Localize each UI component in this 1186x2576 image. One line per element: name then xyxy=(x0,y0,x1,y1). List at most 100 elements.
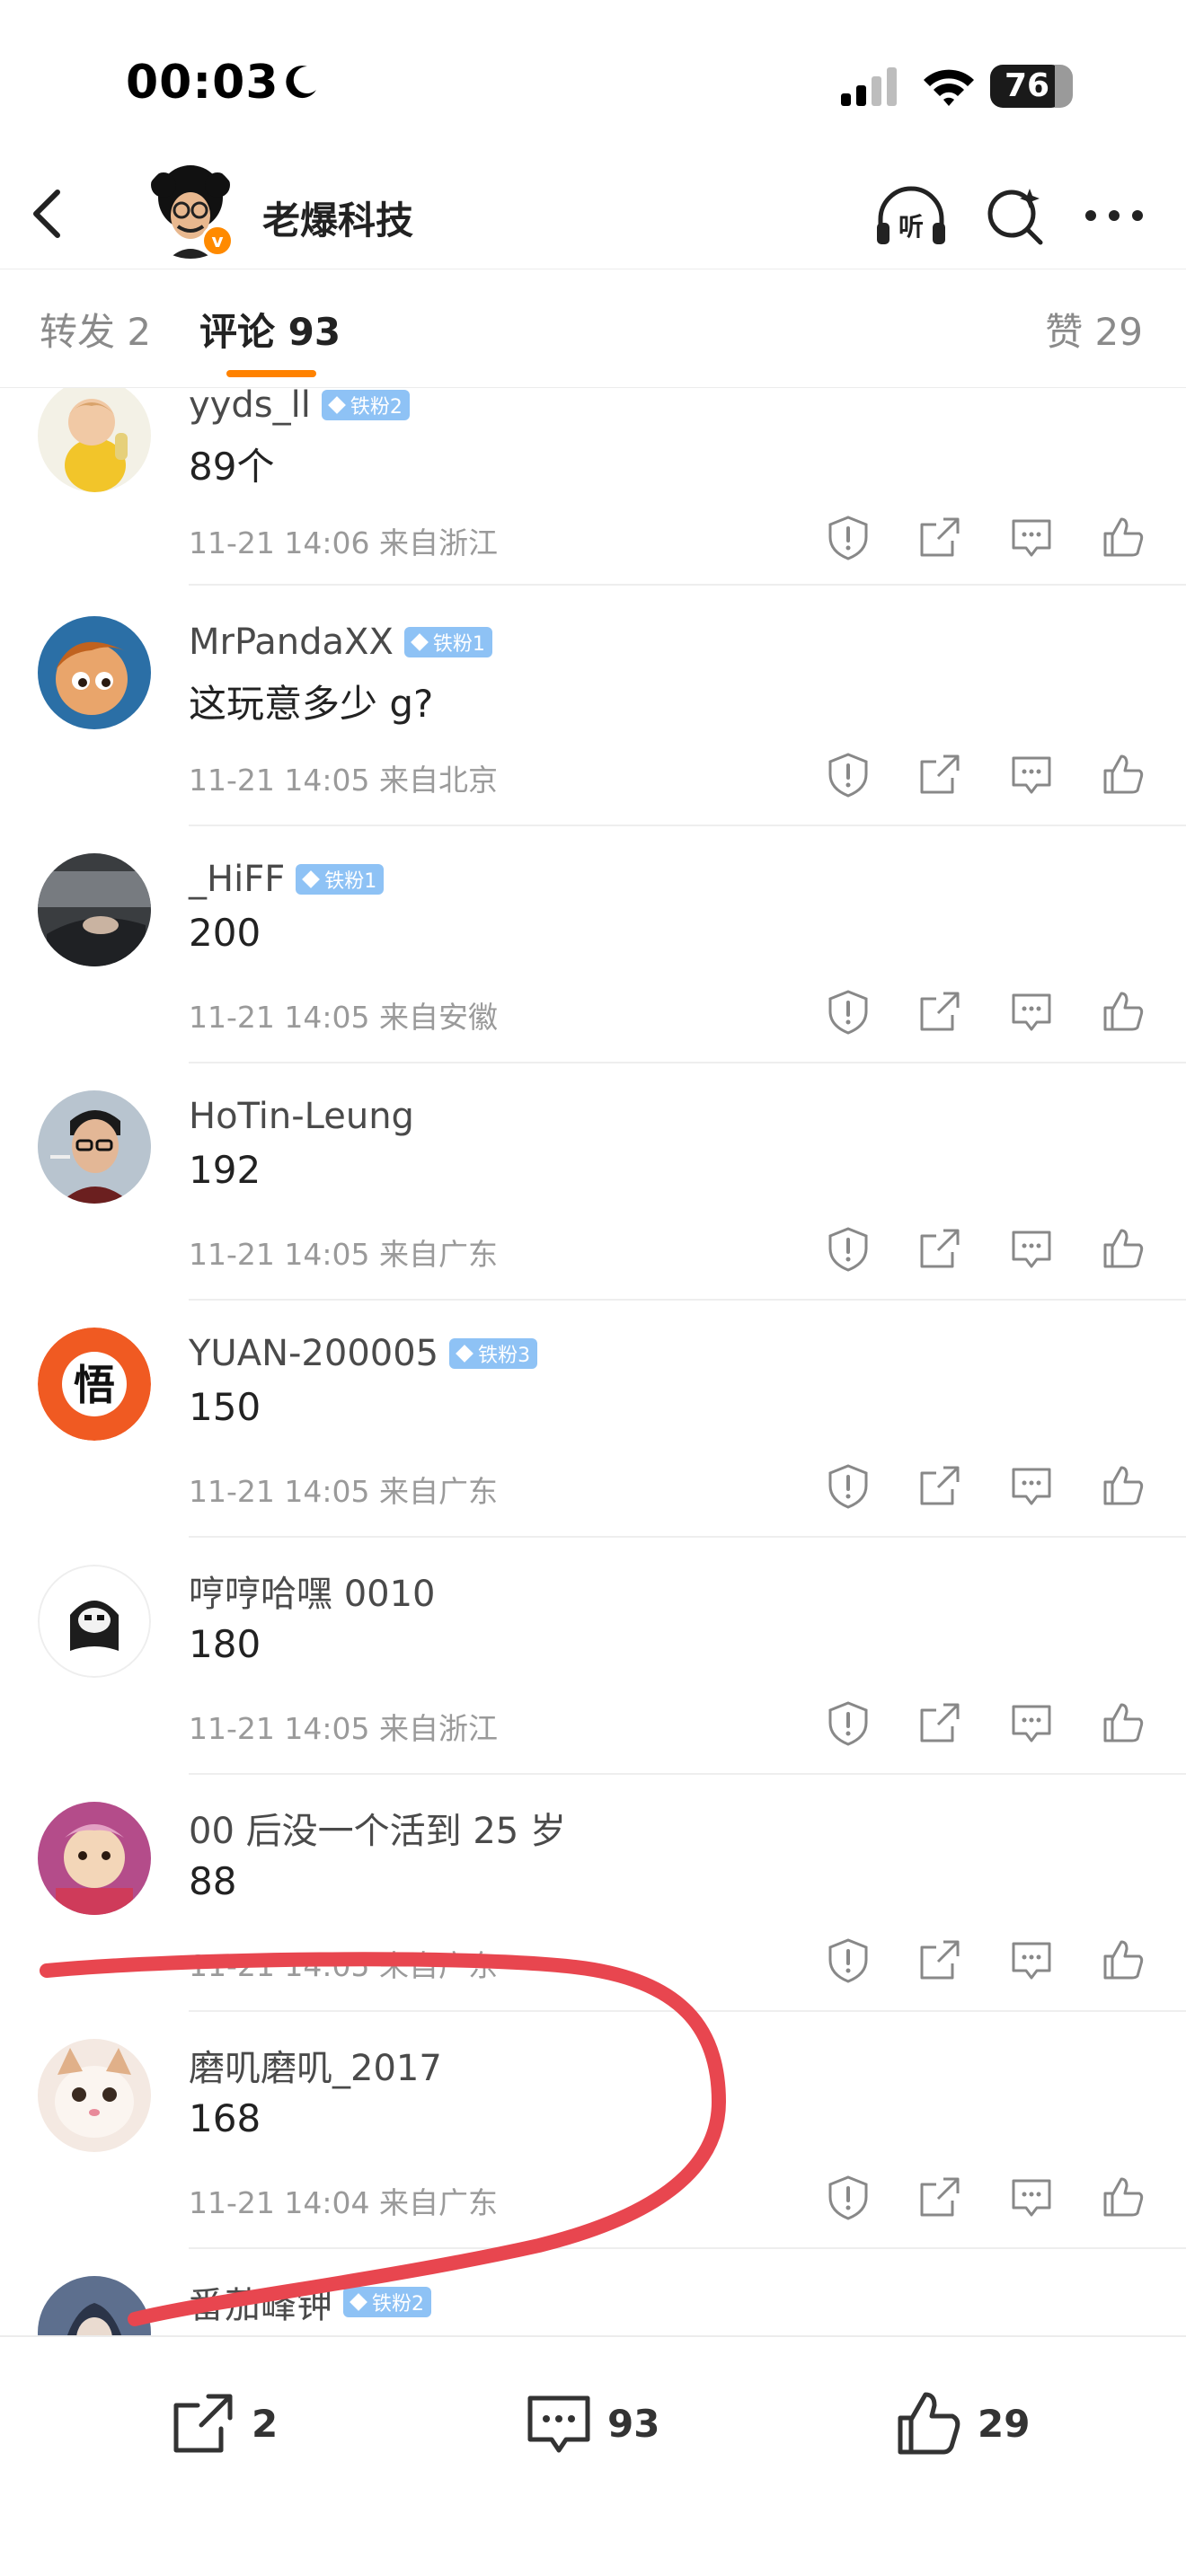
thumbs-up-icon[interactable] xyxy=(1100,988,1146,1035)
comment-username[interactable]: _HiFF xyxy=(189,859,285,900)
verified-badge: v xyxy=(201,225,234,257)
comment-username[interactable]: MrPandaXX xyxy=(189,622,394,663)
comment-text: 150 xyxy=(189,1385,261,1429)
fan-badge: 铁粉2 xyxy=(321,390,410,420)
repost-count: 2 xyxy=(252,2401,279,2446)
comment-button[interactable]: 93 xyxy=(523,2387,659,2459)
comment-text: 180 xyxy=(189,1622,261,1666)
share-icon[interactable] xyxy=(916,1225,963,1272)
like-button[interactable]: 29 xyxy=(893,2387,1030,2459)
thumbs-up-icon[interactable] xyxy=(1100,2174,1146,2220)
comment-bubble-icon xyxy=(527,2395,590,2453)
reply-comment-icon[interactable] xyxy=(1008,751,1055,798)
reply-comment-icon[interactable] xyxy=(1008,1936,1055,1983)
comment-username[interactable]: 00 后没一个活到 25 岁 xyxy=(189,1802,566,1854)
status-bar: 00:03 76 xyxy=(0,0,1186,162)
commenter-avatar[interactable] xyxy=(38,853,151,966)
fan-badge-label: 铁粉2 xyxy=(372,2293,424,2316)
comment-divider xyxy=(189,2010,1186,2012)
commenter-avatar[interactable] xyxy=(38,1802,151,1915)
back-arrow-icon[interactable] xyxy=(22,181,75,246)
commenter-avatar[interactable] xyxy=(38,2276,151,2335)
username-row: 00 后没一个活到 25 岁 xyxy=(189,1805,566,1852)
username-row: 磨叽磨叽_2017 xyxy=(189,2042,442,2089)
reply-comment-icon[interactable] xyxy=(1008,988,1055,1035)
comment-item: 哼哼哈嘿 0010 180 11-21 14:05 来自浙江 xyxy=(0,1565,1186,1802)
top-nav: v 老爆科技 听 xyxy=(0,162,1186,269)
comment-username[interactable]: HoTin-Leung xyxy=(189,1096,414,1137)
comment-text: 192 xyxy=(189,1148,261,1192)
more-options-icon[interactable] xyxy=(1080,185,1148,246)
report-icon[interactable] xyxy=(825,2174,872,2220)
diamond-icon xyxy=(327,396,346,414)
comment-text: 168 xyxy=(189,2096,261,2140)
username-row: YUAN-200005 铁粉3 xyxy=(189,1331,538,1376)
comment-meta: 11-21 14:05 来自浙江 xyxy=(189,1711,498,1746)
thumbs-up-icon[interactable] xyxy=(1100,1936,1146,1983)
comment-divider xyxy=(189,1773,1186,1775)
thumbs-up-icon[interactable] xyxy=(1100,514,1146,560)
comment-item: _HiFF 铁粉1 200 11-21 14:05 来自安徽 xyxy=(0,853,1186,1090)
battery-indicator: 76 xyxy=(990,65,1073,108)
repost-button[interactable]: 2 xyxy=(167,2387,278,2459)
comment-divider xyxy=(189,1536,1186,1538)
comment-username[interactable]: 磨叽磨叽_2017 xyxy=(189,2039,442,2091)
svg-text:听: 听 xyxy=(898,212,924,242)
battery-cap xyxy=(1067,79,1073,93)
share-icon[interactable] xyxy=(916,751,963,798)
comment-item: MrPandaXX 铁粉1 这玩意多少 g? 11-21 14:05 来自北京 xyxy=(0,616,1186,853)
fan-badge-label: 铁粉1 xyxy=(432,633,485,656)
reply-comment-icon[interactable] xyxy=(1008,1225,1055,1272)
reply-comment-icon[interactable] xyxy=(1008,2174,1055,2220)
commenter-avatar[interactable] xyxy=(38,1565,151,1678)
thumbs-up-icon[interactable] xyxy=(1100,1225,1146,1272)
comment-item: 番茄峰钾 铁粉2 xyxy=(0,2276,1186,2335)
comment-username[interactable]: 番茄峰钾 xyxy=(189,2276,332,2328)
commenter-avatar[interactable] xyxy=(38,616,151,729)
username-row: 哼哼哈嘿 0010 xyxy=(189,1568,436,1615)
share-icon[interactable] xyxy=(916,1462,963,1509)
author-name[interactable]: 老爆科技 xyxy=(262,190,413,245)
thumbs-up-icon[interactable] xyxy=(1100,751,1146,798)
report-icon[interactable] xyxy=(825,1936,872,1983)
thumbs-up-icon[interactable] xyxy=(1100,1699,1146,1746)
commenter-avatar[interactable] xyxy=(38,388,151,492)
comment-meta: 11-21 14:05 来自北京 xyxy=(189,763,498,798)
comment-divider xyxy=(189,1299,1186,1301)
share-icon[interactable] xyxy=(916,514,963,560)
report-icon[interactable] xyxy=(825,1462,872,1509)
report-icon[interactable] xyxy=(825,988,872,1035)
comment-meta: 11-21 14:06 来自浙江 xyxy=(189,525,498,560)
share-icon[interactable] xyxy=(916,2174,963,2220)
username-row: 番茄峰钾 铁粉2 xyxy=(189,2280,431,2326)
tab-like[interactable]: 赞 29 xyxy=(1045,302,1143,357)
share-icon[interactable] xyxy=(916,988,963,1035)
reply-comment-icon[interactable] xyxy=(1008,1462,1055,1509)
report-icon[interactable] xyxy=(825,1699,872,1746)
comment-username[interactable]: 哼哼哈嘿 0010 xyxy=(189,1565,436,1617)
commenter-avatar[interactable]: 悟 xyxy=(38,1328,151,1441)
share-icon[interactable] xyxy=(916,1936,963,1983)
comment-divider xyxy=(189,825,1186,826)
comment-divider xyxy=(189,1062,1186,1063)
tab-repost[interactable]: 转发 2 xyxy=(40,302,151,357)
report-icon[interactable] xyxy=(825,1225,872,1272)
report-icon[interactable] xyxy=(825,514,872,560)
reply-comment-icon[interactable] xyxy=(1008,514,1055,560)
diamond-icon xyxy=(410,633,429,651)
reply-comment-icon[interactable] xyxy=(1008,1699,1055,1746)
report-icon[interactable] xyxy=(825,751,872,798)
comment-meta: 11-21 14:05 来自广东 xyxy=(189,1948,498,1983)
listen-headphones-icon[interactable]: 听 xyxy=(873,183,949,248)
comment-username[interactable]: yyds_ll xyxy=(189,388,311,426)
cellular-signal-icon xyxy=(841,67,897,106)
comment-username[interactable]: YUAN-200005 xyxy=(189,1333,438,1374)
diamond-icon xyxy=(350,2293,367,2311)
share-icon[interactable] xyxy=(916,1699,963,1746)
commenter-avatar[interactable] xyxy=(38,1090,151,1204)
search-icon[interactable] xyxy=(983,183,1048,248)
comment-list: yyds_ll 铁粉2 89个 11-21 14:06 来自浙江 MrPanda… xyxy=(0,388,1186,2335)
tab-comment[interactable]: 评论 93 xyxy=(199,302,341,357)
commenter-avatar[interactable] xyxy=(38,2039,151,2152)
thumbs-up-icon[interactable] xyxy=(1100,1462,1146,1509)
